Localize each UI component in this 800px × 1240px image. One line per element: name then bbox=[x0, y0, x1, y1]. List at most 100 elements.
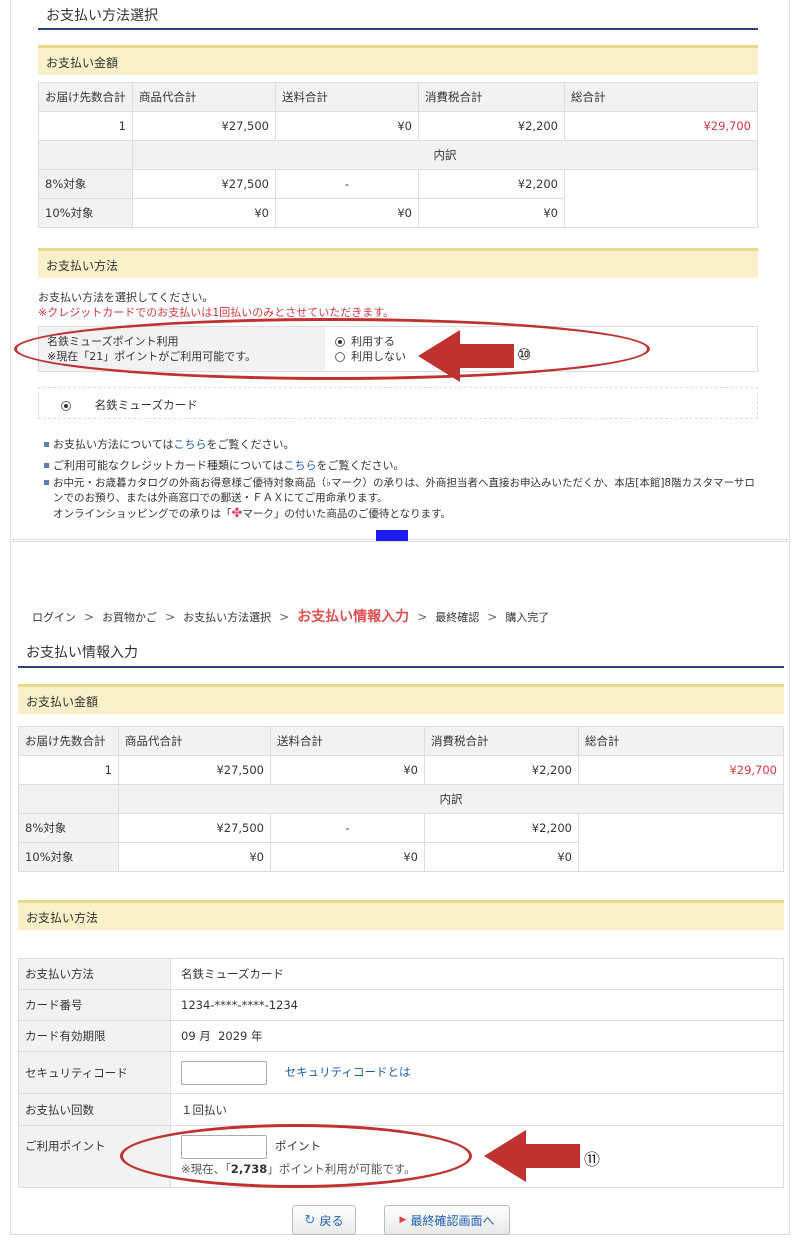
table-row: お支払い方法 名鉄ミューズカード bbox=[18, 958, 784, 990]
breadcrumb-current: お支払い情報入力 bbox=[297, 609, 410, 625]
shipping-total-value: ¥0 bbox=[275, 111, 419, 141]
card-number-value: 1234-****-****-1234 bbox=[170, 989, 784, 1021]
breadcrumb-complete: 購入完了 bbox=[505, 611, 550, 624]
amount-section-header: お支払い金額 bbox=[38, 45, 758, 75]
tax-8-goods: ¥27,500 bbox=[132, 169, 276, 199]
page-title: お支払い情報入力 bbox=[18, 640, 784, 668]
goods-total-value: ¥27,500 bbox=[132, 111, 276, 141]
table-row: 8%対象 ¥27,500 - ¥2,200 bbox=[38, 169, 758, 228]
bullet-icon bbox=[44, 480, 49, 485]
header-destinations: お届け先数合計 bbox=[38, 82, 133, 112]
back-button[interactable]: ↻ 戻る bbox=[292, 1205, 356, 1235]
payment-methods-link[interactable]: こちら bbox=[173, 438, 206, 451]
chevron-right-icon: > bbox=[165, 610, 176, 624]
amount-table: お届け先数合計 商品代合計 送料合計 消費税合計 総合計 1 ¥27,500 ¥… bbox=[18, 726, 784, 872]
security-code-help-link[interactable]: セキュリティコードとは bbox=[285, 1065, 411, 1079]
header-grand-total: 総合計 bbox=[564, 82, 758, 112]
card-expiry-value: 09 月 2029 年 bbox=[170, 1020, 784, 1052]
table-row: お支払い回数 １回払い bbox=[18, 1093, 784, 1126]
refresh-icon: ↻ bbox=[304, 1212, 316, 1228]
grand-total-value: ¥29,700 bbox=[564, 111, 758, 141]
page-title: お支払い方法選択 bbox=[38, 4, 758, 30]
method-label: お支払い方法 bbox=[18, 958, 171, 990]
header-tax-total: 消費税合計 bbox=[418, 82, 565, 112]
tax-8-shipping: - bbox=[275, 169, 419, 199]
table-row: セキュリティコード セキュリティコードとは bbox=[18, 1051, 784, 1094]
tax-10-shipping: ¥0 bbox=[270, 842, 425, 872]
card-number-label: カード番号 bbox=[18, 989, 171, 1021]
destinations-value: 1 bbox=[38, 111, 133, 141]
installments-label: お支払い回数 bbox=[18, 1093, 171, 1126]
security-code-input[interactable] bbox=[181, 1060, 267, 1085]
bullet-icon bbox=[44, 463, 49, 468]
header-grand-total: 総合計 bbox=[578, 726, 784, 756]
breadcrumb-cart[interactable]: お買物かご bbox=[102, 611, 157, 624]
table-row: カード有効期限 09 月 2029 年 bbox=[18, 1020, 784, 1052]
breadcrumb-login[interactable]: ログイン bbox=[32, 611, 76, 624]
note-payment-methods: お支払い方法についてはこちらをご覧ください。 bbox=[44, 436, 294, 452]
goods-total-value: ¥27,500 bbox=[118, 755, 271, 785]
tax-10-shipping: ¥0 bbox=[275, 198, 419, 228]
tax-10-tax: ¥0 bbox=[418, 198, 565, 228]
tax-10-label: 10%対象 bbox=[38, 198, 133, 228]
tax-8-goods: ¥27,500 bbox=[118, 813, 271, 843]
card-option-row[interactable]: 名鉄ミューズカード bbox=[38, 387, 758, 419]
header-goods-total: 商品代合計 bbox=[132, 82, 276, 112]
clover-mark-icon: ✤ bbox=[231, 506, 243, 521]
breakdown-row: 内訳 bbox=[18, 784, 784, 814]
header-goods-total: 商品代合計 bbox=[118, 726, 271, 756]
table-row: 8%対象 ¥27,500 - ¥2,200 bbox=[18, 813, 784, 872]
breadcrumb-method-select[interactable]: お支払い方法選択 bbox=[183, 611, 271, 624]
red-arrow-icon bbox=[418, 330, 514, 382]
grand-total-value: ¥29,700 bbox=[578, 755, 784, 785]
chevron-right-icon: > bbox=[417, 610, 428, 624]
table-row: 1 ¥27,500 ¥0 ¥2,200 ¥29,700 bbox=[38, 111, 758, 141]
card-expiry-label: カード有効期限 bbox=[18, 1020, 171, 1052]
tax-10-goods: ¥0 bbox=[132, 198, 276, 228]
breakdown-label: 内訳 bbox=[132, 140, 758, 170]
bullet-icon bbox=[44, 442, 49, 447]
shipping-total-value: ¥0 bbox=[270, 755, 425, 785]
tax-total-value: ¥2,200 bbox=[418, 111, 565, 141]
amount-table: お届け先数合計 商品代合計 送料合計 消費税合計 総合計 1 ¥27,500 ¥… bbox=[38, 82, 758, 228]
payment-method-section-header: お支払い方法 bbox=[38, 248, 758, 278]
note-card-types: ご利用可能なクレジットカード種類についてはこちらをご覧ください。 bbox=[44, 457, 404, 473]
header-destinations: お届け先数合計 bbox=[18, 726, 119, 756]
highlight-ellipse bbox=[14, 318, 650, 380]
triangle-right-icon: ▶ bbox=[399, 1215, 407, 1225]
table-row: 1 ¥27,500 ¥0 ¥2,200 ¥29,700 bbox=[18, 755, 784, 785]
header-tax-total: 消費税合計 bbox=[424, 726, 579, 756]
chevron-right-icon: > bbox=[84, 610, 95, 624]
callout-number: ⑪ bbox=[584, 1150, 601, 1169]
callout-number: ⑩ bbox=[517, 345, 532, 364]
final-confirm-button[interactable]: ▶ 最終確認画面へ bbox=[384, 1205, 510, 1235]
instruction-text: お支払い方法を選択してください。 bbox=[38, 291, 214, 304]
chevron-right-icon: > bbox=[487, 610, 498, 624]
radio-checked-icon bbox=[61, 400, 71, 411]
payment-method-section-header: お支払い方法 bbox=[18, 900, 784, 930]
header-shipping-total: 送料合計 bbox=[275, 82, 419, 112]
destinations-value: 1 bbox=[18, 755, 119, 785]
table-header-row: お届け先数合計 商品代合計 送料合計 消費税合計 総合計 bbox=[38, 82, 758, 112]
tax-total-value: ¥2,200 bbox=[424, 755, 579, 785]
tax-8-tax: ¥2,200 bbox=[424, 813, 579, 843]
tax-10-label: 10%対象 bbox=[18, 842, 119, 872]
breakdown-label: 内訳 bbox=[118, 784, 784, 814]
card-types-link[interactable]: こちら bbox=[283, 459, 316, 472]
card-option-label: 名鉄ミューズカード bbox=[94, 398, 198, 412]
tax-8-tax: ¥2,200 bbox=[418, 169, 565, 199]
chevron-right-icon: > bbox=[279, 610, 290, 624]
tax-10-tax: ¥0 bbox=[424, 842, 579, 872]
method-value: 名鉄ミューズカード bbox=[170, 958, 784, 990]
breakdown-row: 内訳 bbox=[38, 140, 758, 170]
table-header-row: お届け先数合計 商品代合計 送料合計 消費税合計 総合計 bbox=[18, 726, 784, 756]
highlight-ellipse bbox=[120, 1124, 472, 1188]
tax-8-label: 8%対象 bbox=[18, 813, 119, 843]
red-arrow-icon bbox=[484, 1130, 580, 1182]
tax-10-goods: ¥0 bbox=[118, 842, 271, 872]
tax-8-shipping: - bbox=[270, 813, 425, 843]
header-shipping-total: 送料合計 bbox=[270, 726, 425, 756]
amount-section-header: お支払い金額 bbox=[18, 684, 784, 714]
breadcrumb: ログイン > お買物かご > お支払い方法選択 > お支払い情報入力 > 最終確認 > 購入完了 bbox=[32, 606, 549, 626]
security-code-label: セキュリティコード bbox=[18, 1051, 171, 1094]
